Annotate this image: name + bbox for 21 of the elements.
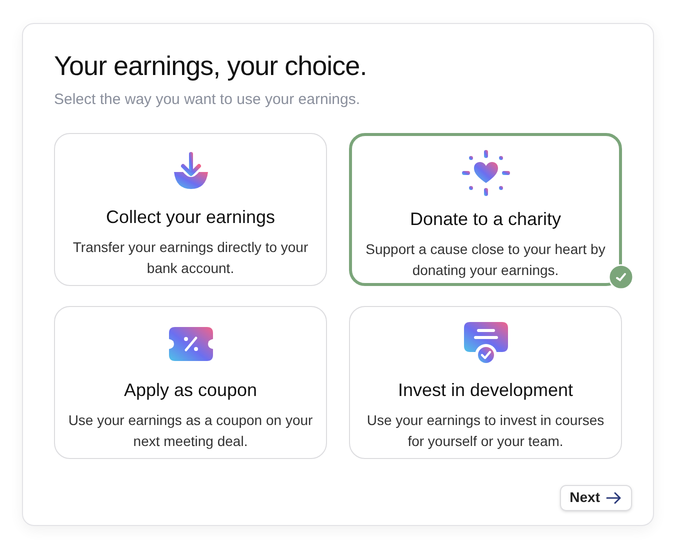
- option-description: Use your earnings as a coupon on your next meeting deal.: [67, 410, 314, 451]
- option-description: Transfer your earnings directly to your bank account.: [72, 238, 310, 278]
- next-button[interactable]: Next: [560, 484, 632, 510]
- option-description: Use your earnings to invest in courses for yourself or your team.: [366, 410, 606, 451]
- dialog-subtitle: Select the way you want to use your earnings.: [54, 90, 362, 110]
- coupon-icon: [168, 326, 212, 360]
- heart-icon: [462, 150, 510, 196]
- option-card[interactable]: Donate to a charity Support a cause close to your heart by donating your earnings.: [349, 132, 622, 286]
- option-title: Donate to a charity: [410, 208, 562, 231]
- option-title: Invest in development: [398, 378, 574, 402]
- option-card[interactable]: Apply as coupon Use your earnings as a coupon on your next meeting deal.: [54, 306, 327, 458]
- option-title: Collect your earnings: [106, 206, 276, 229]
- option-description: Support a cause close to your heart by donating your earnings.: [364, 240, 606, 280]
- option-card[interactable]: Collect your earnings Transfer your earnings directly to your bank account.: [54, 132, 327, 286]
- option-title: Apply as coupon: [124, 378, 258, 402]
- dialog-title: Your earnings, your choice.: [54, 50, 368, 83]
- check-badge-icon: [608, 264, 634, 290]
- download-icon: [172, 152, 208, 190]
- certificate-icon: [464, 322, 508, 366]
- option-card[interactable]: Invest in development Use your earnings to invest in courses for yourself or your team.: [349, 306, 622, 458]
- arrow-right-icon: [606, 492, 622, 504]
